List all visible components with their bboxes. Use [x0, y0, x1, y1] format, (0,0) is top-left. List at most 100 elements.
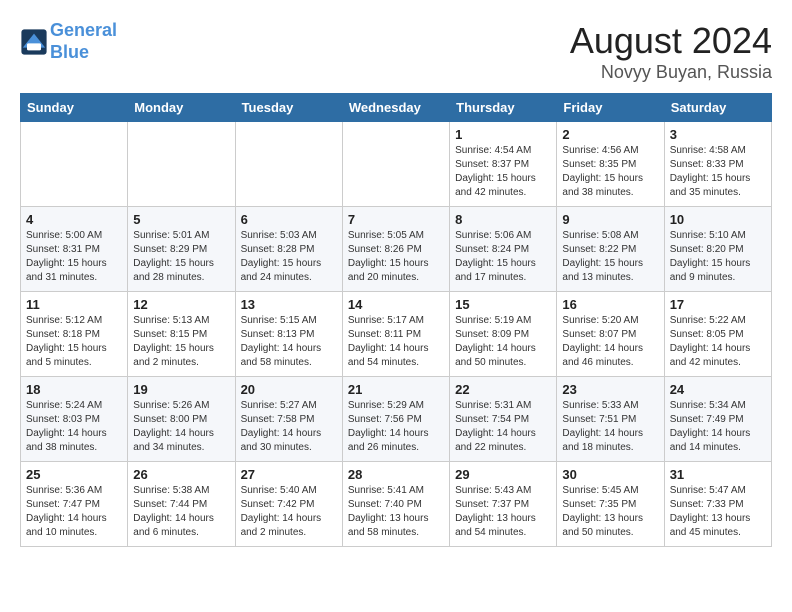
- calendar-table: SundayMondayTuesdayWednesdayThursdayFrid…: [20, 93, 772, 547]
- calendar-cell: 15 Sunrise: 5:19 AM Sunset: 8:09 PM Dayli…: [450, 292, 557, 377]
- calendar-cell: 7Sunrise: 5:05 AM Sunset: 8:26 PM Daylig…: [342, 207, 449, 292]
- day-number: 26: [133, 467, 229, 482]
- day-number: 29: [455, 467, 551, 482]
- day-number: 27: [241, 467, 337, 482]
- day-number: 11: [26, 297, 122, 312]
- day-info: Sunrise: 5:10 AM Sunset: 8:20 PM Dayligh…: [670, 229, 766, 285]
- day-info: Sunrise: 5:05 AM Sunset: 8:26 PM Dayligh…: [348, 229, 444, 285]
- day-info: Sunrise: 5:20 AM Sunset: 8:07 PM Dayligh…: [562, 314, 658, 370]
- day-info: Sunrise: 5:45 AM Sunset: 7:35 PM Dayligh…: [562, 484, 658, 540]
- calendar-cell: 26 Sunrise: 5:38 AM Sunset: 7:44 PM Dayli…: [128, 462, 235, 547]
- day-number: 6: [241, 212, 337, 227]
- header-row: SundayMondayTuesdayWednesdayThursdayFrid…: [21, 94, 772, 122]
- day-number: 28: [348, 467, 444, 482]
- day-info: Sunrise: 5:26 AM Sunset: 8:00 PM Dayligh…: [133, 399, 229, 455]
- calendar-cell: 5Sunrise: 5:01 AM Sunset: 8:29 PM Daylig…: [128, 207, 235, 292]
- day-info: Sunrise: 5:36 AM Sunset: 7:47 PM Dayligh…: [26, 484, 122, 540]
- day-number: 22: [455, 382, 551, 397]
- day-info: Sunrise: 5:47 AM Sunset: 7:33 PM Dayligh…: [670, 484, 766, 540]
- calendar-cell: 20 Sunrise: 5:27 AM Sunset: 7:58 PM Dayli…: [235, 377, 342, 462]
- title-block: August 2024 Novyy Buyan, Russia: [570, 20, 772, 83]
- calendar-cell: 10 Sunrise: 5:10 AM Sunset: 8:20 PM Dayli…: [664, 207, 771, 292]
- calendar-cell: 13 Sunrise: 5:15 AM Sunset: 8:13 PM Dayli…: [235, 292, 342, 377]
- day-info: Sunrise: 5:29 AM Sunset: 7:56 PM Dayligh…: [348, 399, 444, 455]
- day-info: Sunrise: 5:38 AM Sunset: 7:44 PM Dayligh…: [133, 484, 229, 540]
- calendar-cell: 27Sunrise: 5:40 AM Sunset: 7:42 PM Dayli…: [235, 462, 342, 547]
- day-number: 20: [241, 382, 337, 397]
- day-number: 18: [26, 382, 122, 397]
- calendar-cell: 22 Sunrise: 5:31 AM Sunset: 7:54 PM Dayli…: [450, 377, 557, 462]
- calendar-cell: 19 Sunrise: 5:26 AM Sunset: 8:00 PM Dayli…: [128, 377, 235, 462]
- calendar-cell: 1Sunrise: 4:54 AM Sunset: 8:37 PM Daylig…: [450, 122, 557, 207]
- week-row-1: 1Sunrise: 4:54 AM Sunset: 8:37 PM Daylig…: [21, 122, 772, 207]
- week-row-4: 18 Sunrise: 5:24 AM Sunset: 8:03 PM Dayli…: [21, 377, 772, 462]
- day-info: Sunrise: 4:56 AM Sunset: 8:35 PM Dayligh…: [562, 144, 658, 200]
- day-number: 10: [670, 212, 766, 227]
- day-number: 13: [241, 297, 337, 312]
- day-number: 15: [455, 297, 551, 312]
- week-row-5: 25 Sunrise: 5:36 AM Sunset: 7:47 PM Dayli…: [21, 462, 772, 547]
- day-number: 1: [455, 127, 551, 142]
- day-info: Sunrise: 5:34 AM Sunset: 7:49 PM Dayligh…: [670, 399, 766, 455]
- day-info: Sunrise: 5:41 AM Sunset: 7:40 PM Dayligh…: [348, 484, 444, 540]
- col-header-thursday: Thursday: [450, 94, 557, 122]
- day-number: 25: [26, 467, 122, 482]
- day-info: Sunrise: 5:03 AM Sunset: 8:28 PM Dayligh…: [241, 229, 337, 285]
- day-info: Sunrise: 5:19 AM Sunset: 8:09 PM Dayligh…: [455, 314, 551, 370]
- calendar-cell: [235, 122, 342, 207]
- calendar-cell: 30 Sunrise: 5:45 AM Sunset: 7:35 PM Dayli…: [557, 462, 664, 547]
- calendar-cell: 14 Sunrise: 5:17 AM Sunset: 8:11 PM Dayli…: [342, 292, 449, 377]
- calendar-cell: 23 Sunrise: 5:33 AM Sunset: 7:51 PM Dayli…: [557, 377, 664, 462]
- calendar-cell: [128, 122, 235, 207]
- logo: General Blue: [20, 20, 117, 63]
- col-header-friday: Friday: [557, 94, 664, 122]
- day-info: Sunrise: 5:15 AM Sunset: 8:13 PM Dayligh…: [241, 314, 337, 370]
- calendar-cell: 18 Sunrise: 5:24 AM Sunset: 8:03 PM Dayli…: [21, 377, 128, 462]
- day-number: 9: [562, 212, 658, 227]
- calendar-cell: 11 Sunrise: 5:12 AM Sunset: 8:18 PM Dayli…: [21, 292, 128, 377]
- day-info: Sunrise: 5:33 AM Sunset: 7:51 PM Dayligh…: [562, 399, 658, 455]
- page-header: General Blue August 2024 Novyy Buyan, Ru…: [20, 20, 772, 83]
- day-info: Sunrise: 5:17 AM Sunset: 8:11 PM Dayligh…: [348, 314, 444, 370]
- day-info: Sunrise: 5:22 AM Sunset: 8:05 PM Dayligh…: [670, 314, 766, 370]
- day-info: Sunrise: 4:58 AM Sunset: 8:33 PM Dayligh…: [670, 144, 766, 200]
- logo-text: General Blue: [50, 20, 117, 63]
- calendar-cell: 28 Sunrise: 5:41 AM Sunset: 7:40 PM Dayli…: [342, 462, 449, 547]
- day-info: Sunrise: 5:24 AM Sunset: 8:03 PM Dayligh…: [26, 399, 122, 455]
- day-number: 21: [348, 382, 444, 397]
- calendar-cell: 9 Sunrise: 5:08 AM Sunset: 8:22 PM Daylig…: [557, 207, 664, 292]
- day-number: 19: [133, 382, 229, 397]
- day-number: 2: [562, 127, 658, 142]
- day-number: 24: [670, 382, 766, 397]
- calendar-cell: 17Sunrise: 5:22 AM Sunset: 8:05 PM Dayli…: [664, 292, 771, 377]
- day-info: Sunrise: 5:12 AM Sunset: 8:18 PM Dayligh…: [26, 314, 122, 370]
- day-number: 16: [562, 297, 658, 312]
- day-number: 4: [26, 212, 122, 227]
- col-header-saturday: Saturday: [664, 94, 771, 122]
- day-info: Sunrise: 5:08 AM Sunset: 8:22 PM Dayligh…: [562, 229, 658, 285]
- calendar-cell: 21 Sunrise: 5:29 AM Sunset: 7:56 PM Dayli…: [342, 377, 449, 462]
- week-row-2: 4 Sunrise: 5:00 AM Sunset: 8:31 PM Daylig…: [21, 207, 772, 292]
- calendar-cell: 29Sunrise: 5:43 AM Sunset: 7:37 PM Dayli…: [450, 462, 557, 547]
- col-header-monday: Monday: [128, 94, 235, 122]
- calendar-cell: 2 Sunrise: 4:56 AM Sunset: 8:35 PM Daylig…: [557, 122, 664, 207]
- calendar-cell: 4 Sunrise: 5:00 AM Sunset: 8:31 PM Daylig…: [21, 207, 128, 292]
- day-info: Sunrise: 5:00 AM Sunset: 8:31 PM Dayligh…: [26, 229, 122, 285]
- day-info: Sunrise: 5:27 AM Sunset: 7:58 PM Dayligh…: [241, 399, 337, 455]
- month-year: August 2024: [570, 20, 772, 62]
- calendar-cell: 24 Sunrise: 5:34 AM Sunset: 7:49 PM Dayli…: [664, 377, 771, 462]
- day-info: Sunrise: 5:31 AM Sunset: 7:54 PM Dayligh…: [455, 399, 551, 455]
- day-number: 14: [348, 297, 444, 312]
- col-header-wednesday: Wednesday: [342, 94, 449, 122]
- calendar-cell: 3 Sunrise: 4:58 AM Sunset: 8:33 PM Daylig…: [664, 122, 771, 207]
- location: Novyy Buyan, Russia: [570, 62, 772, 83]
- col-header-tuesday: Tuesday: [235, 94, 342, 122]
- day-number: 23: [562, 382, 658, 397]
- week-row-3: 11 Sunrise: 5:12 AM Sunset: 8:18 PM Dayli…: [21, 292, 772, 377]
- day-number: 30: [562, 467, 658, 482]
- day-number: 3: [670, 127, 766, 142]
- logo-icon: [20, 28, 48, 56]
- day-number: 8: [455, 212, 551, 227]
- calendar-cell: [21, 122, 128, 207]
- col-header-sunday: Sunday: [21, 94, 128, 122]
